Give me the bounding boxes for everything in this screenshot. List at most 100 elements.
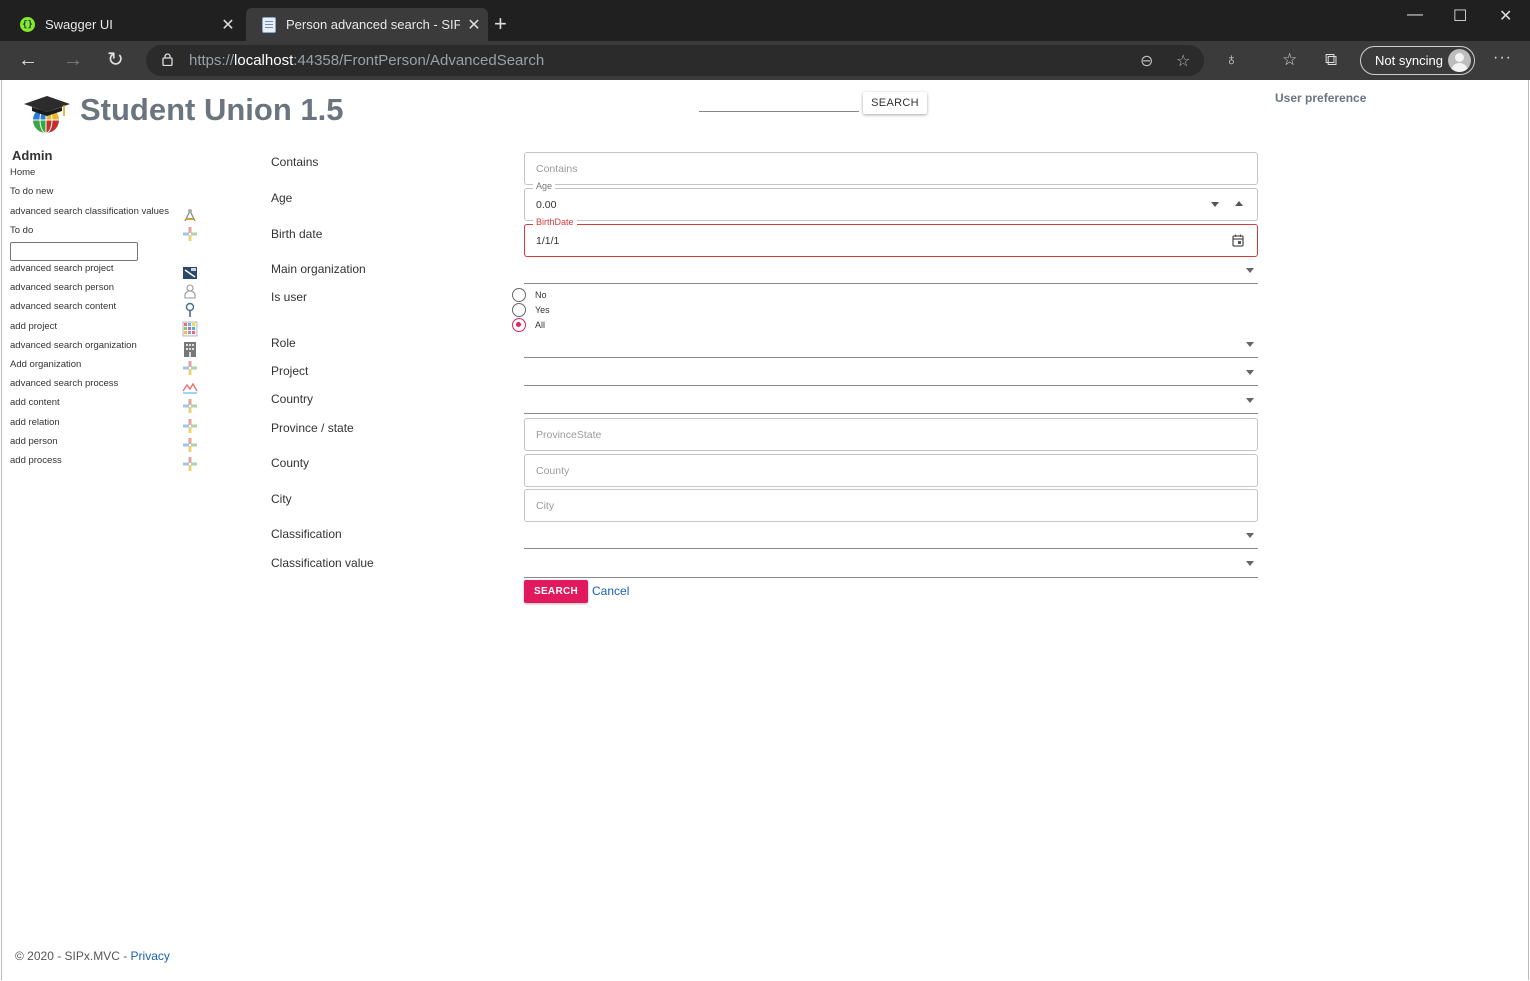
birth-date-field[interactable]: BirthDate 1/1/1	[524, 217, 1258, 257]
province-state-placeholder: ProvinceState	[536, 429, 602, 441]
radio-all[interactable]	[512, 318, 526, 332]
sidebar-item-to-do-new[interactable]: To do new	[10, 186, 53, 197]
forward-icon[interactable]: →	[63, 48, 83, 72]
sidebar-item-search-person[interactable]: advanced search person	[10, 282, 114, 293]
chevron-down-icon	[1246, 398, 1254, 403]
footer: © 2020 - SIPx.MVC - Privacy	[15, 949, 170, 963]
sidebar-item-add-person[interactable]: add person	[10, 436, 58, 447]
footer-copyright: © 2020 - SIPx.MVC -	[15, 949, 131, 963]
profile-button[interactable]: Not syncing	[1360, 46, 1475, 75]
refresh-icon[interactable]: ↻	[107, 48, 124, 72]
sidebar-input[interactable]	[10, 242, 138, 261]
privacy-link[interactable]: Privacy	[131, 949, 170, 963]
sidebar-item-add-content[interactable]: add content	[10, 397, 60, 408]
tab-title: Swagger UI	[45, 17, 113, 32]
add-favorite-icon[interactable]: ☆	[1176, 51, 1190, 71]
close-icon[interactable]: ✕	[460, 15, 488, 35]
chevron-down-icon	[1246, 268, 1254, 273]
increment-icon[interactable]	[1235, 201, 1243, 206]
favorites-icon[interactable]: ☆	[1282, 50, 1297, 70]
calendar-icon[interactable]	[1232, 234, 1244, 247]
url-host: localhost	[234, 52, 294, 69]
sidebar-item-add-organization[interactable]: Add organization	[10, 359, 81, 370]
more-icon[interactable]: ···	[1493, 49, 1512, 67]
page-content: Student Union 1.5 SEARCH User preference…	[1, 80, 1529, 980]
profile-label: Not syncing	[1375, 53, 1443, 68]
maximize-icon[interactable]: ☐	[1453, 6, 1467, 26]
collections-icon[interactable]: ⧉	[1325, 50, 1337, 70]
zoom-out-icon[interactable]: ⊖	[1140, 51, 1153, 71]
tab-person-search[interactable]: Person advanced search - SIPx.M ✕	[246, 8, 488, 41]
county-field[interactable]: County	[524, 454, 1258, 487]
sidebar-item-to-do[interactable]: To do	[10, 225, 33, 236]
window-close-icon[interactable]: ✕	[1499, 6, 1512, 26]
sidebar-item-search-organization[interactable]: advanced search organization	[10, 340, 137, 351]
plus-icon	[183, 438, 197, 452]
cancel-link[interactable]: Cancel	[592, 584, 629, 598]
lock-icon	[162, 53, 173, 66]
sidebar-item-add-process[interactable]: add process	[10, 455, 62, 466]
sidebar-item-search-content[interactable]: advanced search content	[10, 301, 116, 312]
header-search-input[interactable]	[699, 96, 859, 112]
back-icon[interactable]: ←	[18, 48, 38, 72]
url-path: :44358/FrontPerson/AdvancedSearch	[293, 52, 545, 69]
new-tab-button[interactable]: +	[494, 12, 507, 36]
classification-label: Classification	[271, 527, 342, 541]
contains-label: Contains	[271, 155, 319, 169]
contains-field[interactable]: Contains	[524, 152, 1258, 185]
age-label: Age	[271, 191, 293, 205]
sidebar-item-search-project[interactable]: advanced search project	[10, 263, 114, 274]
browser-toolbar: ← → ↻ https://localhost:44358/FrontPerso…	[0, 41, 1530, 80]
birth-date-float-label: BirthDate	[533, 217, 577, 227]
browser-tabstrip: {} Swagger UI ✕ Person advanced search -…	[0, 0, 1530, 41]
age-stepper[interactable]: Age 0.00	[524, 181, 1258, 221]
close-icon[interactable]: ✕	[214, 15, 242, 35]
radio-all-label: All	[535, 320, 546, 330]
classification-value-label: Classification value	[271, 556, 374, 570]
user-preference-link[interactable]: User preference	[1275, 91, 1366, 105]
sidebar-item-search-classification-values[interactable]: advanced search classification values	[10, 206, 169, 217]
is-user-label: Is user	[271, 290, 308, 304]
select-underline	[524, 357, 1258, 358]
county-label: County	[271, 456, 310, 470]
province-state-field[interactable]: ProvinceState	[524, 418, 1258, 451]
sidebar-item-add-relation[interactable]: add relation	[10, 417, 60, 428]
sidebar-item-add-project[interactable]: add project	[10, 321, 57, 332]
grid-icon	[182, 321, 198, 337]
brand-title[interactable]: Student Union 1.5	[80, 92, 344, 128]
magnifier-icon	[185, 302, 195, 317]
graduation-cap-logo-icon	[24, 96, 70, 133]
sidebar-item-home[interactable]: Home	[10, 167, 35, 178]
page-icon	[262, 16, 276, 33]
select-underline	[524, 283, 1258, 284]
swagger-icon: {}	[20, 17, 35, 32]
search-submit-button[interactable]: SEARCH	[524, 580, 588, 603]
header-search-button[interactable]: SEARCH	[863, 92, 927, 114]
city-placeholder: City	[536, 500, 555, 512]
radio-yes[interactable]	[512, 303, 526, 317]
plus-icon	[183, 227, 197, 241]
age-float-label: Age	[533, 181, 556, 191]
main-organization-label: Main organization	[271, 262, 366, 276]
chevron-down-icon	[1246, 533, 1254, 538]
lightbulb-icon[interactable]: ♁	[1225, 50, 1238, 70]
province-state-label: Province / state	[271, 421, 354, 435]
age-value: 0.00	[536, 199, 557, 211]
tab-swagger[interactable]: {} Swagger UI ✕	[4, 8, 242, 41]
birth-date-value: 1/1/1	[536, 235, 560, 247]
select-underline	[524, 413, 1258, 414]
radio-no[interactable]	[512, 288, 526, 302]
contains-placeholder: Contains	[536, 163, 578, 175]
chevron-down-icon	[1246, 342, 1254, 347]
minimize-icon[interactable]: —	[1407, 6, 1423, 24]
project-label: Project	[271, 364, 309, 378]
sidebar-item-search-process[interactable]: advanced search process	[10, 378, 118, 389]
person-icon	[184, 284, 196, 299]
url-scheme: https://	[189, 52, 235, 69]
address-bar[interactable]: https://localhost:44358/FrontPerson/Adva…	[146, 45, 1204, 76]
decrement-icon[interactable]	[1211, 202, 1219, 207]
avatar	[1448, 49, 1471, 72]
classification-icon	[184, 209, 196, 222]
city-field[interactable]: City	[524, 489, 1258, 522]
building-icon	[184, 342, 196, 357]
